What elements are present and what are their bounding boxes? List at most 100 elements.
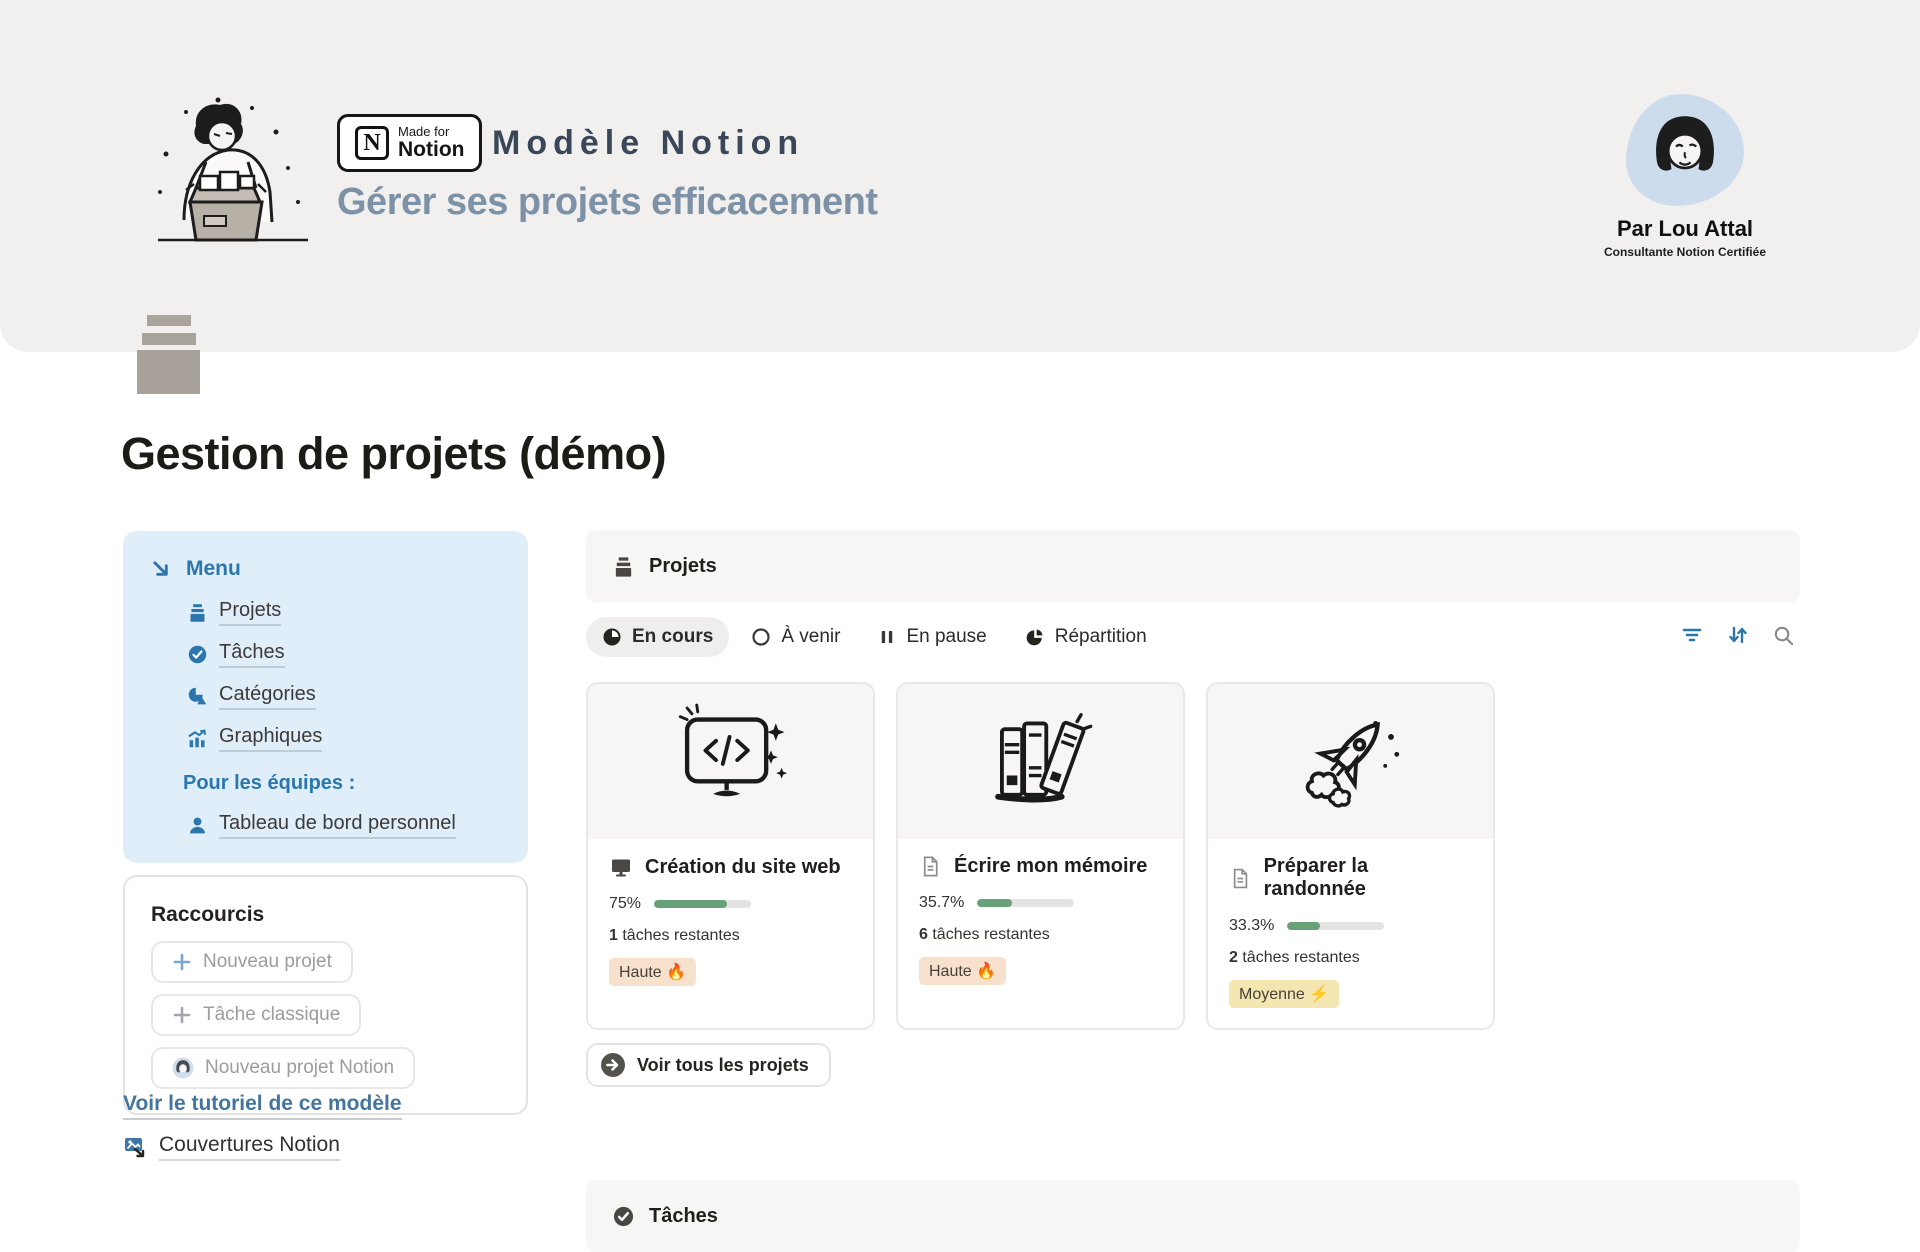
notion-covers-link-row[interactable]: Couvertures Notion	[123, 1133, 340, 1161]
card-cover	[898, 684, 1183, 839]
project-card-ecrire-memoire[interactable]: Écrire mon mémoire 35.7% 6 tâches restan…	[896, 682, 1185, 1030]
tab-en-pause[interactable]: En pause	[862, 617, 1002, 657]
mini-avatar-icon	[172, 1057, 194, 1079]
progress-bar	[654, 900, 751, 908]
progress-percent: 75%	[609, 895, 641, 913]
progress-percent: 35.7%	[919, 894, 964, 912]
pause-icon	[878, 627, 896, 647]
tutorial-link[interactable]: Voir le tutoriel de ce modèle	[123, 1092, 402, 1120]
project-card-title[interactable]: Préparer la randonnée	[1264, 855, 1472, 901]
sidebar-item-label[interactable]: Catégories	[219, 683, 316, 710]
progress-bar	[1287, 922, 1384, 930]
project-cards: Création du site web 75% 1 tâches restan…	[586, 682, 1800, 1030]
project-card-creation-site-web[interactable]: Création du site web 75% 1 tâches restan…	[586, 682, 875, 1030]
document-icon	[1229, 867, 1252, 890]
project-card-title[interactable]: Écrire mon mémoire	[954, 855, 1147, 878]
new-project-button[interactable]: Nouveau projet	[151, 941, 353, 983]
view-toolbar	[1680, 623, 1795, 647]
notion-logo-icon: N	[355, 126, 389, 160]
sidebar-item-graphiques[interactable]: Graphiques	[187, 725, 504, 752]
pie-chart-icon	[1025, 627, 1045, 647]
author-name: Par Lou Attal	[1565, 216, 1805, 242]
shortcuts-card: Raccourcis Nouveau projet Tâche classiqu…	[123, 875, 528, 1115]
remaining-tasks: 1 tâches restantes	[609, 927, 852, 945]
banner-subtitle: Gérer ses projets efficacement	[337, 181, 878, 224]
author-avatar	[1626, 94, 1744, 206]
card-cover	[588, 684, 873, 839]
plus-icon	[172, 952, 192, 972]
progress-circle-icon	[602, 627, 622, 647]
monitor-code-illustration	[663, 703, 798, 821]
shortcut-label: Nouveau projet Notion	[205, 1057, 394, 1079]
badge-notion-text: Notion	[398, 139, 464, 161]
tab-a-venir[interactable]: À venir	[735, 617, 856, 657]
shapes-icon	[187, 686, 208, 707]
menu-title: Menu	[186, 557, 241, 581]
remaining-tasks: 6 tâches restantes	[919, 926, 1162, 944]
tab-label[interactable]: Répartition	[1055, 626, 1147, 648]
circle-outline-icon	[751, 627, 771, 647]
arrow-down-right-icon	[150, 558, 173, 581]
projects-section-title: Projets	[649, 555, 717, 578]
tasks-section-title: Tâches	[649, 1205, 718, 1228]
sidebar-item-label[interactable]: Tableau de bord personnel	[219, 812, 456, 839]
document-icon	[919, 855, 942, 878]
author-subtitle: Consultante Notion Certifiée	[1565, 245, 1805, 259]
view-all-projects-button[interactable]: Voir tous les projets	[586, 1043, 831, 1087]
sidebar-item-taches[interactable]: Tâches	[187, 641, 504, 668]
sidebar-item-label[interactable]: Projets	[219, 599, 281, 626]
classic-task-button[interactable]: Tâche classique	[151, 994, 361, 1036]
priority-badge: Haute 🔥	[919, 957, 1006, 985]
made-for-notion-badge: N Made for Notion	[337, 114, 482, 172]
new-notion-project-button[interactable]: Nouveau projet Notion	[151, 1047, 415, 1089]
books-illustration	[973, 703, 1108, 821]
sidebar-item-categories[interactable]: Catégories	[187, 683, 504, 710]
tab-repartition[interactable]: Répartition	[1009, 617, 1163, 657]
project-card-preparer-randonnee[interactable]: Préparer la randonnée 33.3% 2 tâches res…	[1206, 682, 1495, 1030]
progress-bar	[977, 899, 1074, 907]
sidebar-item-label[interactable]: Graphiques	[219, 725, 322, 752]
tasks-section-header: Tâches	[586, 1180, 1800, 1252]
tab-en-cours[interactable]: En cours	[586, 617, 729, 657]
inbox-icon	[612, 555, 635, 578]
sort-icon[interactable]	[1726, 623, 1750, 647]
person-with-archive-illustration	[148, 92, 318, 257]
projects-section-header: Projets	[586, 530, 1800, 602]
check-circle-icon	[187, 644, 208, 665]
tab-label[interactable]: À venir	[781, 626, 840, 648]
sidebar-item-tableau-de-bord[interactable]: Tableau de bord personnel	[187, 812, 504, 839]
sidebar: Menu Projets Tâches Catégories	[123, 531, 528, 1115]
project-card-title[interactable]: Création du site web	[645, 856, 841, 879]
badge-made-for-text: Made for	[398, 125, 464, 139]
page-title: Gestion de projets (démo)	[121, 428, 666, 480]
bar-chart-icon	[187, 728, 208, 749]
check-circle-icon	[612, 1205, 635, 1228]
priority-badge: Haute 🔥	[609, 958, 696, 986]
view-all-label: Voir tous les projets	[637, 1055, 809, 1076]
rocket-illustration	[1283, 703, 1418, 821]
projects-tabs: En cours À venir En pause Répartition	[586, 617, 1800, 657]
covers-link-label[interactable]: Couvertures Notion	[159, 1133, 340, 1161]
author-face-illustration	[1640, 105, 1730, 195]
search-icon[interactable]	[1772, 624, 1795, 647]
page-cover-banner: N Made for Notion Modèle Notion Gérer se…	[0, 0, 1920, 352]
page-archive-icon[interactable]	[137, 315, 200, 394]
shortcut-label: Nouveau projet	[203, 951, 332, 973]
main-content: Projets En cours À venir En pause	[586, 530, 1800, 1252]
menu-teams-label: Pour les équipes :	[183, 772, 504, 795]
sidebar-item-projets[interactable]: Projets	[187, 599, 504, 626]
tab-label[interactable]: En pause	[906, 626, 986, 648]
card-cover	[1208, 684, 1493, 839]
filter-icon[interactable]	[1680, 623, 1704, 647]
progress-percent: 33.3%	[1229, 917, 1274, 935]
plus-icon	[172, 1005, 192, 1025]
inbox-icon	[187, 602, 208, 623]
priority-badge: Moyenne ⚡	[1229, 980, 1339, 1008]
shortcut-label: Tâche classique	[203, 1004, 340, 1026]
arrow-right-circle-icon	[600, 1052, 626, 1078]
banner-title: Modèle Notion	[492, 124, 804, 163]
tab-label[interactable]: En cours	[632, 626, 713, 648]
image-external-link-icon	[123, 1135, 147, 1159]
sidebar-item-label[interactable]: Tâches	[219, 641, 285, 668]
remaining-tasks: 2 tâches restantes	[1229, 949, 1472, 967]
